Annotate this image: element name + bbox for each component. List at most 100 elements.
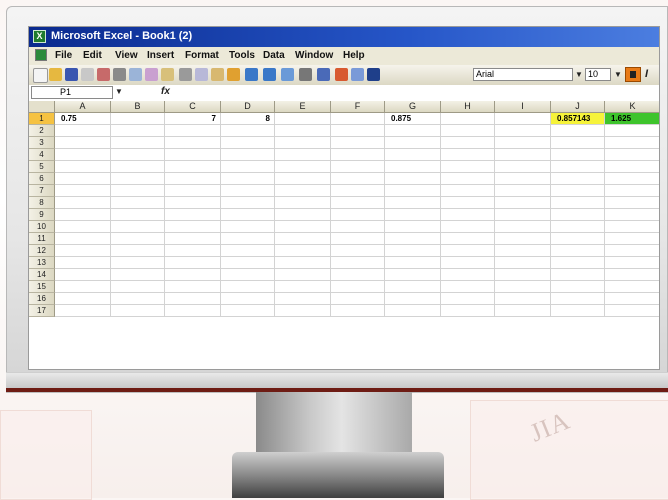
- cell-k12[interactable]: [605, 245, 659, 257]
- cell-k10[interactable]: [605, 221, 659, 233]
- cell-b2[interactable]: [111, 125, 165, 137]
- cell-i11[interactable]: [495, 233, 551, 245]
- cell-h14[interactable]: [441, 269, 495, 281]
- cell-a14[interactable]: [55, 269, 111, 281]
- row-header-16[interactable]: 16: [29, 293, 55, 305]
- cell-c11[interactable]: [165, 233, 221, 245]
- cell-h1[interactable]: [441, 113, 495, 125]
- cell-j15[interactable]: [551, 281, 605, 293]
- cell-i7[interactable]: [495, 185, 551, 197]
- cell-c16[interactable]: [165, 293, 221, 305]
- cell-a5[interactable]: [55, 161, 111, 173]
- cell-f16[interactable]: [331, 293, 385, 305]
- undo-icon[interactable]: [245, 68, 258, 81]
- cell-k6[interactable]: [605, 173, 659, 185]
- hyperlink-icon[interactable]: [281, 68, 294, 81]
- cell-c2[interactable]: [165, 125, 221, 137]
- font-size-chevron-down-icon[interactable]: ▼: [614, 70, 622, 79]
- column-header-c[interactable]: C: [165, 101, 221, 113]
- cell-e6[interactable]: [275, 173, 331, 185]
- cell-k5[interactable]: [605, 161, 659, 173]
- cell-b3[interactable]: [111, 137, 165, 149]
- cell-h4[interactable]: [441, 149, 495, 161]
- column-header-k[interactable]: K: [605, 101, 659, 113]
- cell-b11[interactable]: [111, 233, 165, 245]
- cell-d10[interactable]: [221, 221, 275, 233]
- cell-j9[interactable]: [551, 209, 605, 221]
- cell-d7[interactable]: [221, 185, 275, 197]
- excel-icon[interactable]: X: [33, 30, 46, 43]
- cell-b8[interactable]: [111, 197, 165, 209]
- cell-g3[interactable]: [385, 137, 441, 149]
- cell-i4[interactable]: [495, 149, 551, 161]
- menu-insert[interactable]: Insert: [147, 50, 174, 61]
- cell-d8[interactable]: [221, 197, 275, 209]
- cell-a9[interactable]: [55, 209, 111, 221]
- cell-g11[interactable]: [385, 233, 441, 245]
- autosum-icon[interactable]: [299, 68, 312, 81]
- cell-f15[interactable]: [331, 281, 385, 293]
- cell-i2[interactable]: [495, 125, 551, 137]
- cell-j4[interactable]: [551, 149, 605, 161]
- cell-f14[interactable]: [331, 269, 385, 281]
- cell-c10[interactable]: [165, 221, 221, 233]
- formula-input[interactable]: [179, 86, 657, 99]
- cell-k2[interactable]: [605, 125, 659, 137]
- cell-i3[interactable]: [495, 137, 551, 149]
- menu-edit[interactable]: Edit: [83, 50, 102, 61]
- cell-i16[interactable]: [495, 293, 551, 305]
- sort-ascending-icon[interactable]: [317, 68, 330, 81]
- cell-j1[interactable]: 0.857143: [551, 113, 605, 125]
- cell-c12[interactable]: [165, 245, 221, 257]
- font-name-chevron-down-icon[interactable]: ▼: [575, 70, 583, 79]
- row-header-15[interactable]: 15: [29, 281, 55, 293]
- cell-d13[interactable]: [221, 257, 275, 269]
- cell-i12[interactable]: [495, 245, 551, 257]
- print-icon[interactable]: [113, 68, 126, 81]
- row-header-7[interactable]: 7: [29, 185, 55, 197]
- font-size-select[interactable]: 10: [585, 68, 611, 81]
- cell-d5[interactable]: [221, 161, 275, 173]
- cell-j5[interactable]: [551, 161, 605, 173]
- cell-e13[interactable]: [275, 257, 331, 269]
- cell-h16[interactable]: [441, 293, 495, 305]
- cell-b14[interactable]: [111, 269, 165, 281]
- cell-e2[interactable]: [275, 125, 331, 137]
- email-icon[interactable]: [97, 68, 110, 81]
- cell-b9[interactable]: [111, 209, 165, 221]
- cell-h13[interactable]: [441, 257, 495, 269]
- cell-g16[interactable]: [385, 293, 441, 305]
- menu-help[interactable]: Help: [343, 50, 365, 61]
- cell-h15[interactable]: [441, 281, 495, 293]
- cell-h3[interactable]: [441, 137, 495, 149]
- permission-icon[interactable]: [81, 68, 94, 81]
- cell-e17[interactable]: [275, 305, 331, 317]
- cell-i6[interactable]: [495, 173, 551, 185]
- cell-g17[interactable]: [385, 305, 441, 317]
- cell-a6[interactable]: [55, 173, 111, 185]
- cell-c4[interactable]: [165, 149, 221, 161]
- row-header-6[interactable]: 6: [29, 173, 55, 185]
- cell-g6[interactable]: [385, 173, 441, 185]
- cell-f17[interactable]: [331, 305, 385, 317]
- cell-a10[interactable]: [55, 221, 111, 233]
- column-header-j[interactable]: J: [551, 101, 605, 113]
- row-header-3[interactable]: 3: [29, 137, 55, 149]
- cell-f1[interactable]: [331, 113, 385, 125]
- row-header-4[interactable]: 4: [29, 149, 55, 161]
- cell-d17[interactable]: [221, 305, 275, 317]
- menu-file[interactable]: File: [55, 50, 72, 61]
- cell-k1[interactable]: 1.625: [605, 113, 659, 125]
- cell-h9[interactable]: [441, 209, 495, 221]
- cell-k4[interactable]: [605, 149, 659, 161]
- cell-j14[interactable]: [551, 269, 605, 281]
- cell-a7[interactable]: [55, 185, 111, 197]
- title-bar[interactable]: X Microsoft Excel - Book1 (2): [29, 27, 659, 47]
- cell-j12[interactable]: [551, 245, 605, 257]
- cell-d12[interactable]: [221, 245, 275, 257]
- row-header-17[interactable]: 17: [29, 305, 55, 317]
- column-header-a[interactable]: A: [55, 101, 111, 113]
- redo-icon[interactable]: [263, 68, 276, 81]
- row-header-13[interactable]: 13: [29, 257, 55, 269]
- cell-g14[interactable]: [385, 269, 441, 281]
